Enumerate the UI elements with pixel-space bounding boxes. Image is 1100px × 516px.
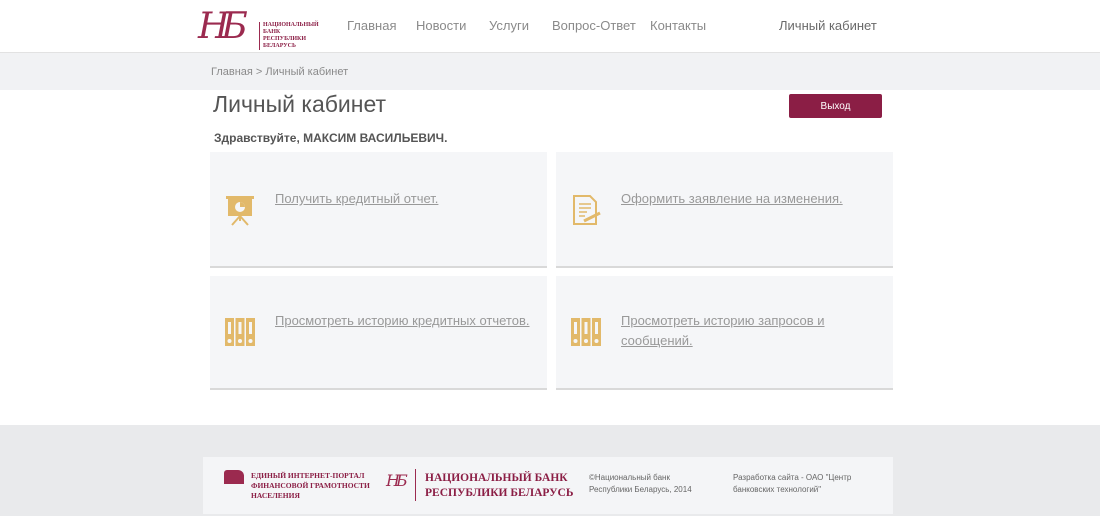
document-pen-icon [573,195,601,225]
logout-button[interactable]: Выход [789,94,882,118]
presentation-board-icon [226,196,254,226]
header [0,0,1100,53]
greeting: Здравствуйте, МАКСИМ ВАСИЛЬЕВИЧ. [214,131,448,145]
binders-icon [571,318,601,346]
nb-logo-icon: НБ [386,471,408,490]
card-link[interactable]: Просмотреть историю кредитных отчетов. [275,311,529,331]
nav-contacts[interactable]: Контакты [650,18,706,33]
nav-home[interactable]: Главная [347,18,396,33]
copyright: ©Национальный банк Республики Беларусь, … [589,472,692,496]
bank-line: НАЦИОНАЛЬНЫЙ БАНК [425,472,568,484]
logo-line: БАНК [263,29,281,35]
portal-line: ЕДИНЫЙ ИНТЕРНЕТ-ПОРТАЛ [251,471,365,480]
logo-line: РЕСПУБЛИКИ [263,36,307,42]
nav-faq[interactable]: Вопрос-Ответ [552,18,636,33]
developer-line: банковских технологий" [733,485,822,494]
card-report-history[interactable]: Просмотреть историю кредитных отчетов. [210,276,547,390]
nav-news[interactable]: Новости [416,18,466,33]
footer-box: ЕДИНЫЙ ИНТЕРНЕТ-ПОРТАЛ ФИНАНСОВОЙ ГРАМОТ… [203,457,893,514]
card-change-request[interactable]: Оформить заявление на изменения. [556,152,893,268]
breadcrumb[interactable]: Главная > Личный кабинет [211,66,348,78]
bank-logo[interactable]: НБ [198,3,256,51]
card-get-report[interactable]: Получить кредитный отчет. [210,152,547,268]
card-link[interactable]: Получить кредитный отчет. [275,189,438,209]
developer-credit[interactable]: Разработка сайта - ОАО "Центр банковских… [733,472,851,496]
bank-line: РЕСПУБЛИКИ БЕЛАРУСЬ [425,487,574,499]
binders-icon [225,318,255,346]
card-link[interactable]: Просмотреть историю запросов и сообщений… [621,311,841,351]
portal-line: НАСЕЛЕНИЯ [251,491,300,500]
portal-line: ФИНАНСОВОЙ ГРАМОТНОСТИ [251,481,370,490]
bank-logo-text: НАЦИОНАЛЬНЫЙ БАНК РЕСПУБЛИКИ БЕЛАРУСЬ [259,22,319,50]
copyright-line: Республики Беларусь, 2014 [589,485,692,494]
nav-services[interactable]: Услуги [489,18,529,33]
portal-logo-icon [224,470,244,484]
card-link[interactable]: Оформить заявление на изменения. [621,189,843,209]
card-messages-history[interactable]: Просмотреть историю запросов и сообщений… [556,276,893,390]
nav-cabinet[interactable]: Личный кабинет [779,18,877,33]
logo-line: НАЦИОНАЛЬНЫЙ [263,22,319,28]
divider [415,469,416,501]
page-title: Личный кабинет [213,91,387,117]
copyright-line: ©Национальный банк [589,473,670,482]
portal-logo[interactable]: ЕДИНЫЙ ИНТЕРНЕТ-ПОРТАЛ ФИНАНСОВОЙ ГРАМОТ… [251,471,370,501]
developer-line: Разработка сайта - ОАО "Центр [733,473,852,482]
breadcrumb-bar [0,53,1100,90]
logo-line: БЕЛАРУСЬ [263,43,296,49]
nb-logo[interactable]: НАЦИОНАЛЬНЫЙ БАНК РЕСПУБЛИКИ БЕЛАРУСЬ [425,471,573,501]
